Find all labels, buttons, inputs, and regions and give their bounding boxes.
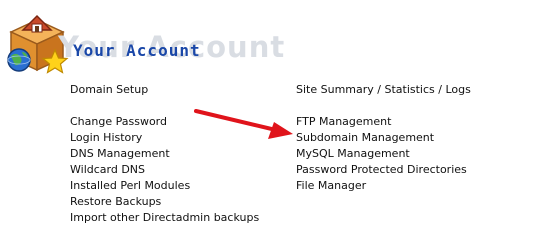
account-header: Your Account Your Account xyxy=(0,0,556,78)
login-history-link[interactable]: Login History xyxy=(70,130,259,146)
change-password-link[interactable]: Change Password xyxy=(70,114,259,130)
file-manager-link[interactable]: File Manager xyxy=(296,178,471,194)
menu-spacer xyxy=(70,98,259,114)
ftp-management-link[interactable]: FTP Management xyxy=(296,114,471,130)
restore-backups-link[interactable]: Restore Backups xyxy=(70,194,259,210)
import-backups-link[interactable]: Import other Directadmin backups xyxy=(70,210,259,226)
menu-spacer xyxy=(296,98,471,114)
left-menu-column: Domain Setup Change Password Login Histo… xyxy=(70,82,259,226)
page-title: Your Account xyxy=(73,41,201,60)
installed-perl-modules-link[interactable]: Installed Perl Modules xyxy=(70,178,259,194)
password-protected-directories-link[interactable]: Password Protected Directories xyxy=(296,162,471,178)
domain-setup-link[interactable]: Domain Setup xyxy=(70,82,259,98)
dns-management-link[interactable]: DNS Management xyxy=(70,146,259,162)
right-menu-column: Site Summary / Statistics / Logs FTP Man… xyxy=(296,82,471,194)
site-summary-link[interactable]: Site Summary / Statistics / Logs xyxy=(296,82,471,98)
mysql-management-link[interactable]: MySQL Management xyxy=(296,146,471,162)
subdomain-management-link[interactable]: Subdomain Management xyxy=(296,130,471,146)
wildcard-dns-link[interactable]: Wildcard DNS xyxy=(70,162,259,178)
your-account-page: Your Account Your Account Domain Setup C… xyxy=(0,0,556,241)
